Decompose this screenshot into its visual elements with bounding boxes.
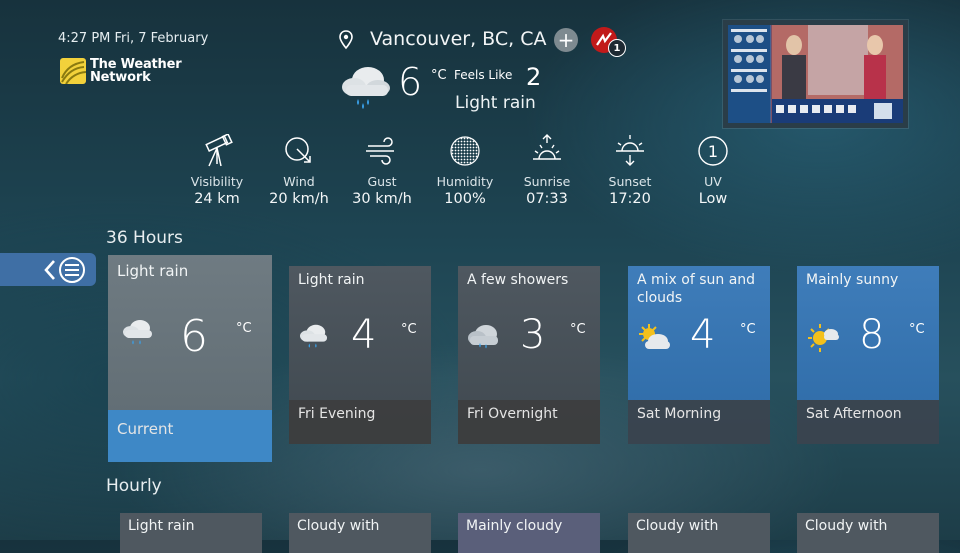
- stat-sunrise: Sunrise 07:33: [502, 132, 592, 207]
- stat-label: Visibility: [190, 174, 244, 189]
- logo-icon: [60, 58, 86, 84]
- forecast-card-sat-morning[interactable]: A mix of sun and clouds 4 °C Sat Morning: [628, 266, 770, 444]
- hourly-card[interactable]: Cloudy with: [289, 513, 431, 553]
- hourly-condition: Light rain: [128, 518, 195, 534]
- uv-index: 1: [708, 142, 718, 161]
- date-time: 4:27 PM Fri, 7 February: [58, 31, 209, 46]
- location-name[interactable]: Vancouver, BC, CA: [370, 28, 546, 50]
- alert-count-badge: 1: [608, 39, 626, 57]
- stat-value: 17:20: [609, 191, 651, 207]
- plus-icon: +: [557, 28, 575, 52]
- showers-icon: [466, 322, 502, 356]
- hourly-condition: Cloudy with: [297, 518, 380, 534]
- sunrise-icon: [502, 132, 592, 170]
- forecast-period: Sat Morning: [637, 406, 722, 422]
- forecast-unit: °C: [740, 322, 756, 337]
- forecast-condition: Mainly sunny: [806, 272, 899, 288]
- weather-network-logo: The Weather Network: [60, 58, 182, 85]
- feels-like-value: 2: [526, 63, 542, 91]
- stat-sunset: Sunset 17:20: [585, 132, 675, 207]
- stat-value: 30 km/h: [352, 191, 412, 207]
- hourly-card[interactable]: Cloudy with: [797, 513, 939, 553]
- forecast-temperature: 6: [180, 311, 208, 362]
- stat-visibility: Visibility 24 km: [172, 132, 262, 207]
- back-menu-icon: [44, 256, 85, 283]
- logo-text-line2: Network: [90, 70, 151, 85]
- mostly-sunny-icon: [805, 322, 841, 358]
- rain-cloud-icon: [120, 317, 156, 351]
- gust-icon: [337, 132, 427, 170]
- forecast-unit: °C: [909, 322, 925, 337]
- stat-value: 07:33: [526, 191, 568, 207]
- hourly-condition: Mainly cloudy: [466, 518, 563, 534]
- forecast-temperature: 8: [859, 312, 885, 358]
- forecast-temperature: 3: [520, 312, 546, 358]
- forecast-unit: °C: [236, 321, 252, 336]
- forecast-card-fri-evening[interactable]: Light rain 4 °C Fri Evening: [289, 266, 431, 444]
- rain-cloud-icon: [297, 322, 331, 354]
- current-condition: Light rain: [455, 93, 536, 113]
- wind-direction-icon: [254, 132, 344, 170]
- hourly-card[interactable]: Cloudy with: [628, 513, 770, 553]
- sun-cloud-icon: [636, 322, 672, 358]
- rain-cloud-icon: [338, 63, 394, 113]
- section-title-36-hours: 36 Hours: [106, 228, 183, 248]
- forecast-period: Sat Afternoon: [806, 406, 902, 422]
- stat-gust: Gust 30 km/h: [337, 132, 427, 207]
- stat-value: 24 km: [194, 191, 240, 207]
- forecast-period: Fri Evening: [298, 406, 376, 422]
- stat-label: Sunset: [608, 174, 652, 189]
- stat-value: Low: [698, 191, 728, 207]
- location-pin-icon: [338, 30, 354, 54]
- current-temperature: 6: [398, 60, 423, 104]
- add-location-button[interactable]: +: [554, 28, 578, 52]
- forecast-condition: Light rain: [117, 262, 189, 280]
- forecast-condition: A mix of sun and clouds: [637, 272, 756, 306]
- hourly-condition: Cloudy with: [805, 518, 888, 534]
- stat-label: Humidity: [436, 174, 494, 189]
- stat-value: 100%: [444, 191, 486, 207]
- sunset-icon: [585, 132, 675, 170]
- forecast-period: Current: [117, 420, 174, 438]
- stat-label: Gust: [367, 174, 397, 189]
- forecast-card-fri-overnight[interactable]: A few showers 3 °C Fri Overnight: [458, 266, 600, 444]
- forecast-card-sat-afternoon[interactable]: Mainly sunny 8 °C Sat Afternoon: [797, 266, 939, 444]
- stat-label: UV: [704, 174, 722, 189]
- forecast-unit: °C: [570, 322, 586, 337]
- hourly-card[interactable]: Light rain: [120, 513, 262, 553]
- forecast-unit: °C: [401, 322, 417, 337]
- forecast-condition: A few showers: [467, 272, 569, 288]
- stat-humidity: Humidity 100%: [420, 132, 510, 207]
- stat-uv: 1 UV Low: [668, 132, 758, 207]
- current-temperature-unit: °C: [431, 68, 447, 83]
- humidity-icon: [420, 132, 510, 170]
- live-video-thumbnail[interactable]: [723, 20, 908, 128]
- section-title-hourly: Hourly: [106, 476, 162, 496]
- uv-icon: 1: [668, 132, 758, 170]
- hourly-condition: Cloudy with: [636, 518, 719, 534]
- forecast-period: Fri Overnight: [467, 406, 558, 422]
- forecast-temperature: 4: [690, 312, 716, 358]
- hourly-card[interactable]: Mainly cloudy: [458, 513, 600, 553]
- forecast-card-current[interactable]: Light rain 6 °C Current: [108, 255, 272, 462]
- feels-like-label: Feels Like: [454, 68, 513, 82]
- stat-label: Wind: [283, 174, 315, 189]
- stat-value: 20 km/h: [269, 191, 329, 207]
- forecast-temperature: 4: [351, 312, 377, 358]
- telescope-icon: [172, 132, 262, 170]
- forecast-condition: Light rain: [298, 272, 365, 288]
- stat-wind: Wind 20 km/h: [254, 132, 344, 207]
- stat-label: Sunrise: [523, 174, 571, 189]
- menu-back-button[interactable]: [0, 253, 96, 286]
